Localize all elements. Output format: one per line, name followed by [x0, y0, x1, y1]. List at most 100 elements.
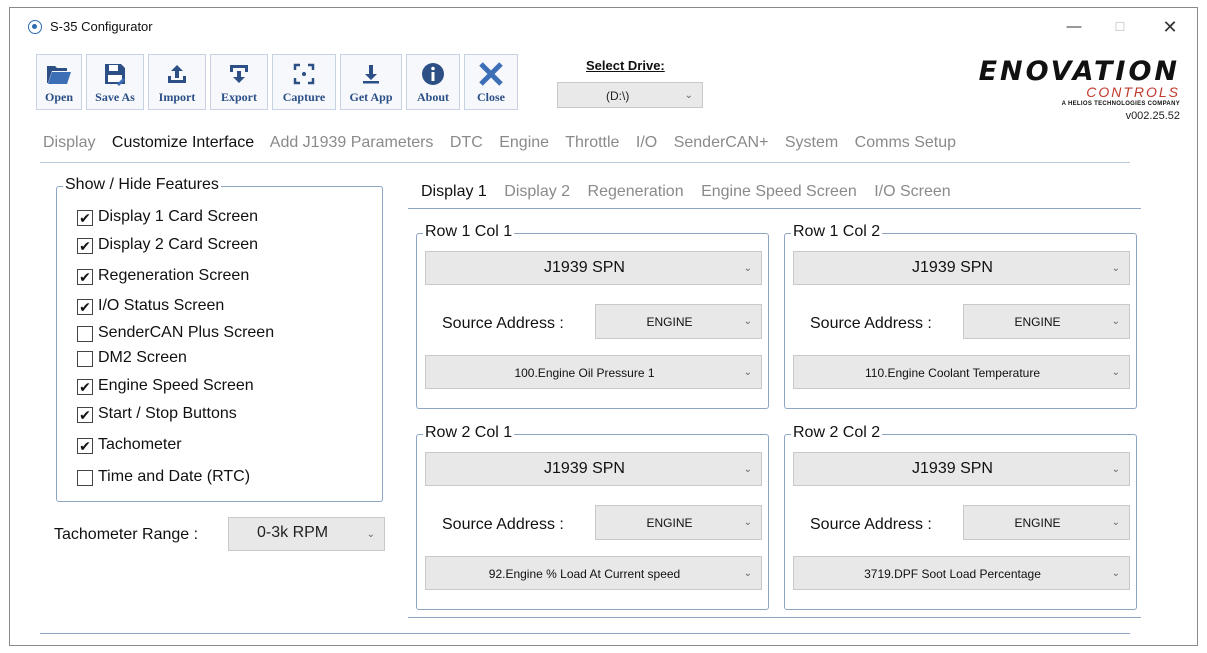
window-close-button[interactable]: ✕: [1150, 14, 1190, 40]
checkbox[interactable]: [77, 326, 93, 342]
checkbox[interactable]: ✔: [77, 299, 93, 315]
minimize-button[interactable]: —: [1054, 14, 1094, 40]
chevron-down-icon: ⌄: [743, 568, 752, 579]
capture-icon: [273, 61, 335, 87]
parameter-type-select[interactable]: J1939 SPN ⌄: [425, 251, 762, 285]
upload-icon: [149, 61, 205, 87]
feature-label: Regeneration Screen: [98, 267, 250, 284]
close-label: Close: [477, 90, 505, 104]
sub-panel-bottom-divider: [408, 617, 1141, 618]
close-icon: [465, 61, 517, 87]
open-label: Open: [44, 90, 73, 104]
feature-label: SenderCAN Plus Screen: [98, 324, 275, 341]
maximize-button[interactable]: ☐: [1100, 14, 1140, 40]
tab-io-screen[interactable]: I/O Screen: [874, 183, 950, 200]
source-address-label: Source Address :: [810, 315, 932, 332]
checkbox[interactable]: ✔: [77, 238, 93, 254]
open-button[interactable]: Open: [36, 54, 82, 110]
card-row-2-col-1: Row 2 Col 1 J1939 SPN ⌄ Source Address :…: [416, 424, 769, 610]
tab-sendercan-plus[interactable]: SenderCAN+: [674, 134, 769, 151]
tab-customize-interface[interactable]: Customize Interface: [112, 134, 254, 151]
save-as-label: Save As: [95, 90, 135, 104]
import-label: Import: [158, 90, 196, 104]
parameter-select[interactable]: 3719.DPF Soot Load Percentage ⌄: [793, 556, 1130, 590]
folder-icon: [37, 61, 81, 87]
checkbox[interactable]: ✔: [77, 379, 93, 395]
source-address-select[interactable]: ENGINE ⌄: [595, 304, 762, 339]
chevron-down-icon: ⌄: [743, 263, 752, 274]
window-title: S-35 Configurator: [50, 19, 153, 34]
export-button[interactable]: Export: [210, 54, 268, 110]
chevron-down-icon: ⌄: [743, 367, 752, 378]
source-address-select[interactable]: ENGINE ⌄: [963, 505, 1130, 540]
source-address-label: Source Address :: [810, 516, 932, 533]
parameter-select[interactable]: 110.Engine Coolant Temperature ⌄: [793, 355, 1130, 389]
tab-io[interactable]: I/O: [636, 134, 657, 151]
chevron-down-icon: ⌄: [743, 517, 752, 528]
save-as-button[interactable]: Save As: [86, 54, 144, 110]
card-title: Row 2 Col 2: [791, 424, 883, 442]
parameter-type-value: J1939 SPN: [912, 460, 993, 477]
source-address-value: ENGINE: [646, 516, 693, 530]
feature-label: Tachometer: [98, 436, 182, 453]
chevron-down-icon: ⌄: [1111, 367, 1120, 378]
main-tab-divider: [40, 162, 1130, 163]
checkbox[interactable]: ✔: [77, 210, 93, 226]
tab-engine[interactable]: Engine: [499, 134, 549, 151]
about-button[interactable]: About: [406, 54, 460, 110]
checkbox[interactable]: ✔: [77, 407, 93, 423]
tab-display-2[interactable]: Display 2: [504, 183, 570, 200]
tab-add-j1939-parameters[interactable]: Add J1939 Parameters: [270, 134, 434, 151]
export-icon: [211, 61, 267, 87]
feature-label: Display 2 Card Screen: [98, 236, 259, 253]
parameter-type-value: J1939 SPN: [544, 460, 625, 477]
export-label: Export: [221, 90, 257, 104]
parameter-select[interactable]: 100.Engine Oil Pressure 1 ⌄: [425, 355, 762, 389]
title-bar: S-35 Configurator — ☐ ✕: [10, 8, 1197, 46]
import-button[interactable]: Import: [148, 54, 206, 110]
capture-button[interactable]: Capture: [272, 54, 336, 110]
tab-regeneration[interactable]: Regeneration: [588, 183, 684, 200]
show-hide-features-group: Show / Hide Features ✔ Display 1 Card Sc…: [56, 176, 383, 502]
drive-select[interactable]: (D:\) ⌄: [557, 82, 703, 108]
tab-engine-speed-screen[interactable]: Engine Speed Screen: [701, 183, 857, 200]
source-address-select[interactable]: ENGINE ⌄: [595, 505, 762, 540]
parameter-type-value: J1939 SPN: [912, 259, 993, 276]
tab-system[interactable]: System: [785, 134, 838, 151]
parameter-value: 100.Engine Oil Pressure 1: [514, 366, 655, 380]
parameter-type-select[interactable]: J1939 SPN ⌄: [793, 452, 1130, 486]
tab-display-1[interactable]: Display 1: [421, 183, 487, 200]
card-title: Row 1 Col 2: [791, 223, 883, 241]
chevron-down-icon: ⌄: [1111, 517, 1120, 528]
parameter-type-select[interactable]: J1939 SPN ⌄: [793, 251, 1130, 285]
tab-throttle[interactable]: Throttle: [565, 134, 619, 151]
checkbox[interactable]: ✔: [77, 438, 93, 454]
logo-tagline: A HELIOS TECHNOLOGIES COMPANY: [1061, 101, 1180, 107]
tachometer-range-label: Tachometer Range :: [54, 526, 199, 543]
chevron-down-icon: ⌄: [743, 464, 752, 475]
main-tab-bar: Display Customize Interface Add J1939 Pa…: [43, 134, 968, 152]
about-label: About: [416, 90, 449, 104]
card-row-1-col-1: Row 1 Col 1 J1939 SPN ⌄ Source Address :…: [416, 223, 769, 409]
tachometer-range-select[interactable]: 0-3k RPM ⌄: [228, 517, 385, 551]
source-address-select[interactable]: ENGINE ⌄: [963, 304, 1130, 339]
feature-label: I/O Status Screen: [98, 297, 225, 314]
checkbox[interactable]: [77, 470, 93, 486]
get-app-button[interactable]: Get App: [340, 54, 402, 110]
close-app-button[interactable]: Close: [464, 54, 518, 110]
feature-label: DM2 Screen: [98, 349, 187, 366]
checkbox[interactable]: ✔: [77, 269, 93, 285]
tab-display[interactable]: Display: [43, 134, 95, 151]
parameter-type-value: J1939 SPN: [544, 259, 625, 276]
parameter-type-select[interactable]: J1939 SPN ⌄: [425, 452, 762, 486]
tab-dtc[interactable]: DTC: [450, 134, 483, 151]
tab-comms-setup[interactable]: Comms Setup: [855, 134, 956, 151]
display-sub-tab-bar: Display 1 Display 2 Regeneration Engine …: [421, 183, 964, 201]
card-title: Row 2 Col 1: [423, 424, 515, 442]
parameter-select[interactable]: 92.Engine % Load At Current speed ⌄: [425, 556, 762, 590]
source-address-value: ENGINE: [1014, 516, 1061, 530]
feature-label: Engine Speed Screen: [98, 377, 254, 394]
save-icon: [87, 61, 143, 87]
chevron-down-icon: ⌄: [1111, 316, 1120, 327]
checkbox[interactable]: [77, 351, 93, 367]
